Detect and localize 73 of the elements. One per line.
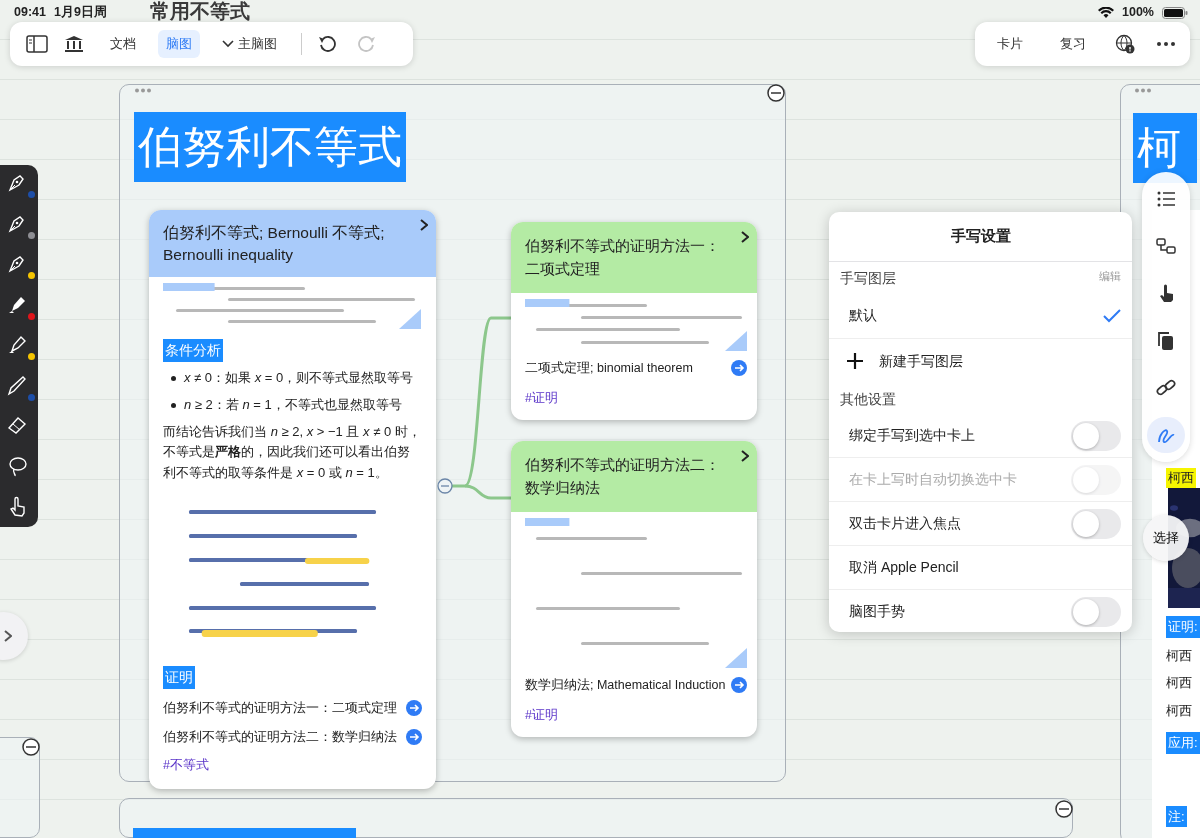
- linked-card[interactable]: 伯努利不等式的证明方法二：数学归纳法: [163, 727, 397, 747]
- section-heading: 注:: [1166, 805, 1187, 827]
- status-date: 1月9日周: [54, 4, 107, 22]
- select-button[interactable]: 选择: [1143, 515, 1189, 561]
- card-title: 伯努利不等式; Bernoulli 不等式; Bernoulli inequality: [163, 223, 386, 266]
- list-item: 柯西: [1166, 701, 1193, 720]
- setting-label: 双击卡片进入焦点: [849, 514, 961, 533]
- section-heading: 证明: [163, 665, 195, 689]
- section-heading: 条件分析: [163, 338, 223, 362]
- frame-title: 柯: [1133, 113, 1197, 183]
- card-link-icon[interactable]: [1156, 236, 1176, 256]
- card-title: 伯努利不等式的证明方法一：二项式定理: [525, 236, 721, 280]
- tag[interactable]: #证明: [525, 389, 558, 408]
- setting-label: 脑图手势: [849, 602, 905, 621]
- toolbar-button[interactable]: 卡片: [989, 30, 1031, 58]
- tag[interactable]: #证明: [525, 706, 558, 725]
- chevron-icon: [2, 629, 12, 643]
- drag-handle-icon: [135, 88, 151, 93]
- chevron-icon[interactable]: [418, 218, 428, 232]
- globe-help-icon[interactable]: [1115, 34, 1135, 54]
- paragraph: 而结论告诉我们当 n ≥ 2, x > −1 且 x ≠ 0 时，不等式是严格的，因此我们还可以看出伯努利不等式的取等条件是 x = 0 或 n = 1。: [163, 422, 422, 483]
- battery-level: 100%: [1122, 4, 1154, 22]
- toolbar-button[interactable]: 复习: [1052, 30, 1094, 58]
- copy-icon[interactable]: [1156, 330, 1176, 351]
- wifi-icon: [1098, 6, 1114, 19]
- chevron-icon[interactable]: [739, 230, 749, 244]
- map-selector[interactable]: 主脑图: [214, 30, 285, 58]
- section-heading: 证明:: [1166, 616, 1200, 638]
- group-label: 其他设置: [839, 390, 897, 409]
- sidebar-icon[interactable]: [26, 35, 48, 53]
- list-item: 柯西: [1166, 646, 1193, 665]
- group-label: 手写图层: [840, 269, 896, 288]
- setting-label: 绑定手写到选中卡上: [849, 426, 975, 445]
- setting-action[interactable]: 取消 Apple Pencil: [849, 557, 959, 578]
- collapse-icon[interactable]: [767, 84, 785, 102]
- layer-item[interactable]: 默认: [829, 293, 1132, 339]
- setting-label: 在卡上写时自动切换选中卡: [849, 470, 1017, 489]
- undo-icon[interactable]: [318, 35, 336, 53]
- library-icon[interactable]: [64, 35, 84, 53]
- highlighted-text: 柯西: [1166, 468, 1196, 488]
- frame-title: 伯努利不等式: [134, 112, 406, 182]
- toggle-switch[interactable]: [1071, 420, 1121, 451]
- linked-card[interactable]: 伯努利不等式的证明方法一：二项式定理: [163, 698, 397, 718]
- status-time: 09:41: [14, 4, 46, 22]
- toggle-switch[interactable]: [1071, 596, 1121, 627]
- checkmark-icon: [1103, 308, 1121, 323]
- chevron-icon[interactable]: [739, 449, 749, 463]
- toggle-switch[interactable]: [1071, 508, 1121, 539]
- section-heading: 应用:: [1166, 732, 1200, 754]
- bullet-icon: [171, 375, 176, 381]
- node-handle-icon[interactable]: [437, 478, 453, 494]
- link-icon[interactable]: [1156, 377, 1176, 398]
- drag-handle-icon: [1135, 88, 1151, 93]
- caret-icon: [222, 40, 234, 48]
- toolbar-tab[interactable]: 文档: [102, 30, 144, 58]
- canvas-title: 常用不等式: [150, 1, 250, 22]
- new-layer-button[interactable]: 新建手写图层: [829, 339, 1132, 383]
- more-icon[interactable]: [1156, 41, 1176, 47]
- card-subtitle: 二项式定理; binomial theorem: [525, 359, 693, 377]
- toolbar-tab[interactable]: 脑图: [158, 30, 200, 58]
- lasso-icon[interactable]: [6, 454, 30, 479]
- bullet-text: n ≥ 2：若 n = 1，不等式也显然取等号: [184, 395, 402, 414]
- bullet-icon: [171, 402, 176, 408]
- collapse-icon[interactable]: [22, 738, 40, 756]
- plus-icon: [847, 353, 863, 369]
- card-title: 伯努利不等式的证明方法二：数学归纳法: [525, 455, 721, 499]
- collapse-icon[interactable]: [1055, 800, 1073, 818]
- popup-title: 手写设置: [829, 212, 1132, 262]
- bullet-text: x ≠ 0：如果 x = 0，则不等式显然取等号: [184, 368, 414, 387]
- tag[interactable]: #不等式: [163, 756, 209, 776]
- card-subtitle: 数学归纳法; Mathematical Induction: [525, 676, 726, 694]
- battery-icon: [1162, 6, 1188, 19]
- list-item: 柯西: [1166, 674, 1193, 692]
